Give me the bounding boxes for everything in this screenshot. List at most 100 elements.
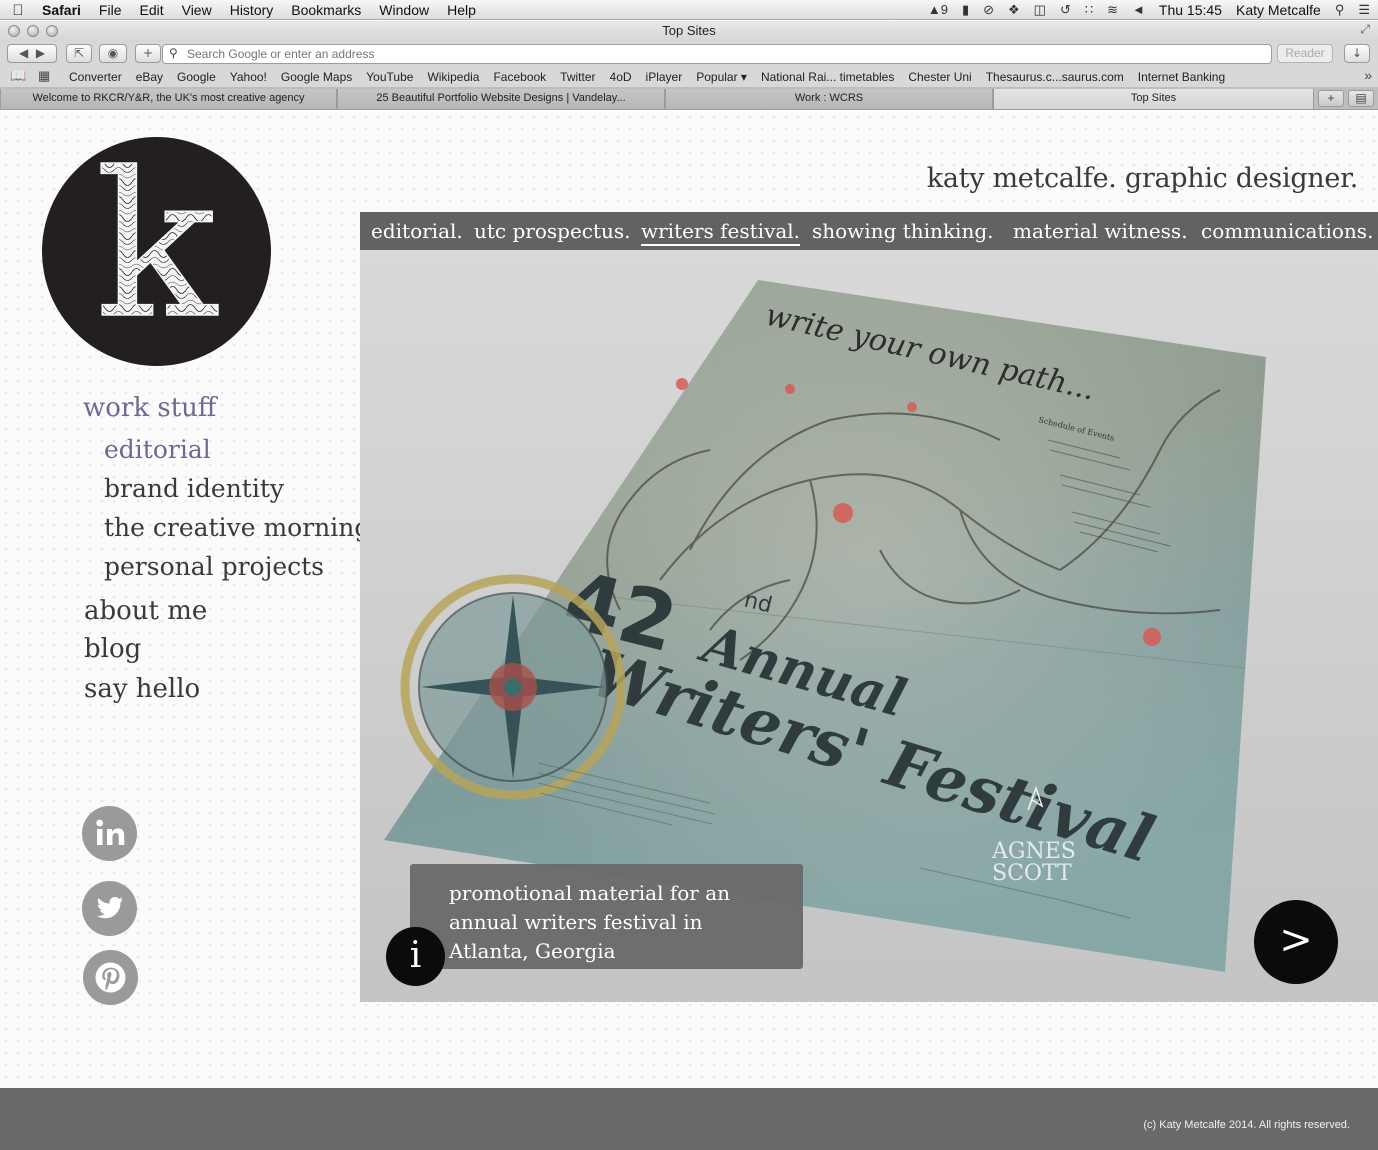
bookmark-ebay[interactable]: eBay — [129, 70, 170, 84]
battery-pen-icon[interactable]: ▮ — [962, 0, 969, 20]
project-tab-material-witness[interactable]: material witness. — [1013, 219, 1188, 243]
project-tab-utc-prospectus[interactable]: utc prospectus. — [474, 219, 631, 243]
logo-letter-text: k — [95, 137, 218, 363]
next-slide-button[interactable]: > — [1254, 900, 1338, 984]
window-title: Top Sites — [662, 23, 716, 38]
menu-file[interactable]: File — [90, 0, 131, 20]
volume-icon[interactable]: ◄ — [1132, 0, 1145, 20]
linkedin-button[interactable] — [82, 806, 137, 861]
nav-say-hello[interactable]: say hello — [84, 674, 200, 704]
more-bookmarks-chevron-icon[interactable]: » — [1364, 67, 1372, 83]
notification-center-icon[interactable]: ☰ — [1358, 0, 1370, 20]
nav-blog[interactable]: blog — [84, 634, 141, 664]
menu-bar:  Safari File Edit View History Bookmark… — [0, 0, 1378, 20]
menu-history[interactable]: History — [221, 0, 283, 20]
nav-work-stuff[interactable]: work stuff — [83, 393, 216, 423]
linkedin-icon — [96, 819, 125, 845]
top-sites-grid-icon[interactable]: ▦ — [38, 68, 50, 84]
plus-icon: + — [142, 46, 154, 60]
menu-bookmarks[interactable]: Bookmarks — [282, 0, 370, 20]
bookmark-thesaurus[interactable]: Thesaurus.c...saurus.com — [979, 70, 1131, 84]
poster-college-name-2: SCOTT — [992, 861, 1072, 886]
bookmark-youtube[interactable]: YouTube — [359, 70, 420, 84]
forward-arrow-icon[interactable]: ▶ — [36, 46, 45, 60]
project-tab-writers-festival[interactable]: writers festival. — [641, 219, 801, 246]
window-title-bar: Top Sites ⤢ — [0, 21, 1378, 41]
back-forward-buttons[interactable]: ◀ ▶ — [7, 44, 57, 63]
plus-icon: + — [1327, 91, 1335, 105]
project-tab-communications[interactable]: communications. — [1201, 219, 1373, 243]
site-logo[interactable]: k — [42, 137, 271, 366]
new-tab-button[interactable]: + — [1318, 90, 1344, 107]
bookmark-popular-folder[interactable]: Popular ▾ — [689, 70, 754, 84]
no-entry-icon[interactable]: ⊘ — [983, 0, 994, 20]
spotlight-search-icon[interactable]: ⚲ — [1335, 0, 1345, 20]
dropbox-icon[interactable]: ❖ — [1008, 0, 1020, 20]
menu-edit[interactable]: Edit — [130, 0, 172, 20]
tab-rkcr[interactable]: Welcome to RKCR/Y&R, the UK's most creat… — [0, 89, 337, 109]
bookmark-iplayer[interactable]: iPlayer — [639, 70, 690, 84]
bookmark-google-maps[interactable]: Google Maps — [274, 70, 359, 84]
poster-compass-illustration — [400, 574, 626, 800]
menu-window[interactable]: Window — [370, 0, 438, 20]
download-icon: ↓ — [1351, 46, 1363, 60]
browser-toolbar: ◀ ▶ ⇱ ◉ + ⚲ Reader ↓ — [0, 41, 1378, 66]
battery-icon[interactable]: ◫ — [1034, 0, 1046, 20]
project-tab-editorial[interactable]: editorial. — [371, 219, 463, 243]
bookmark-wikipedia[interactable]: Wikipedia — [420, 70, 486, 84]
bluetooth-icon[interactable]: ∷ — [1085, 0, 1093, 20]
shield-icon: ◉ — [107, 46, 119, 60]
copyright-text: (c) Katy Metcalfe 2014. All rights reser… — [1143, 1119, 1350, 1131]
menubar-user[interactable]: Katy Metcalfe — [1236, 2, 1321, 18]
nav-editorial[interactable]: editorial — [104, 435, 211, 464]
shield-button[interactable]: ◉ — [99, 44, 127, 63]
menubar-clock[interactable]: Thu 15:45 — [1159, 2, 1222, 18]
nav-brand-identity[interactable]: brand identity — [104, 474, 284, 503]
reading-list-icon[interactable]: 📖 — [10, 68, 26, 84]
tab-overview-button[interactable]: ▤ — [1348, 90, 1374, 107]
bookmark-internet-banking[interactable]: Internet Banking — [1131, 70, 1232, 84]
wifi-icon[interactable]: ≋ — [1107, 0, 1118, 20]
nav-about-me[interactable]: about me — [84, 596, 207, 626]
bookmark-chester-uni[interactable]: Chester Uni — [901, 70, 978, 84]
apple-logo-icon[interactable]:  — [0, 2, 36, 19]
site-footer: (c) Katy Metcalfe 2014. All rights reser… — [0, 1088, 1378, 1150]
menu-app-safari[interactable]: Safari — [36, 0, 90, 20]
bookmark-twitter[interactable]: Twitter — [553, 70, 602, 84]
time-machine-icon[interactable]: ↺ — [1060, 0, 1071, 20]
bookmark-4od[interactable]: 4oD — [603, 70, 639, 84]
share-button[interactable]: ⇱ — [66, 44, 92, 63]
bookmark-facebook[interactable]: Facebook — [486, 70, 553, 84]
address-input[interactable] — [187, 46, 1257, 62]
bookmark-converter[interactable]: Converter — [62, 70, 129, 84]
tab-wcrs[interactable]: Work : WCRS — [665, 89, 993, 109]
nav-creative-mornings[interactable]: the creative mornings — [104, 513, 383, 542]
pinterest-icon — [95, 962, 126, 993]
tab-overview-icon: ▤ — [1355, 91, 1367, 105]
menu-view[interactable]: View — [173, 0, 221, 20]
nav-personal-projects[interactable]: personal projects — [104, 552, 324, 581]
project-tab-showing-thinking[interactable]: showing thinking. — [812, 219, 994, 243]
info-button[interactable]: i — [386, 927, 445, 986]
add-bookmark-button[interactable]: + — [135, 44, 161, 63]
downloads-button[interactable]: ↓ — [1344, 44, 1370, 63]
bookmarks-bar: 📖 ▦ Converter eBay Google Yahoo! Google … — [0, 66, 1378, 87]
pinterest-button[interactable] — [83, 950, 138, 1005]
adobe-updater-icon[interactable]: ▲9 — [928, 0, 948, 20]
bookmark-yahoo[interactable]: Yahoo! — [223, 70, 274, 84]
search-icon: ⚲ — [169, 46, 178, 60]
tab-portfolio-designs[interactable]: 25 Beautiful Portfolio Website Designs |… — [337, 89, 665, 109]
logo-letter-k: k — [95, 137, 220, 364]
menu-help[interactable]: Help — [438, 0, 485, 20]
tab-top-sites[interactable]: Top Sites — [993, 89, 1314, 109]
reader-button[interactable]: Reader — [1277, 44, 1333, 63]
fullscreen-icon[interactable]: ⤢ — [1360, 22, 1370, 37]
address-bar[interactable]: ⚲ — [162, 44, 1272, 64]
project-caption: promotional material for an annual write… — [410, 864, 803, 969]
twitter-button[interactable] — [82, 881, 137, 936]
back-arrow-icon[interactable]: ◀ — [19, 46, 28, 60]
site-title: katy metcalfe. graphic designer. — [926, 163, 1359, 194]
bookmark-national-rail[interactable]: National Rai... timetables — [754, 70, 901, 84]
web-page: k katy metcalfe. graphic designer. work … — [0, 111, 1378, 1088]
bookmark-google[interactable]: Google — [170, 70, 223, 84]
